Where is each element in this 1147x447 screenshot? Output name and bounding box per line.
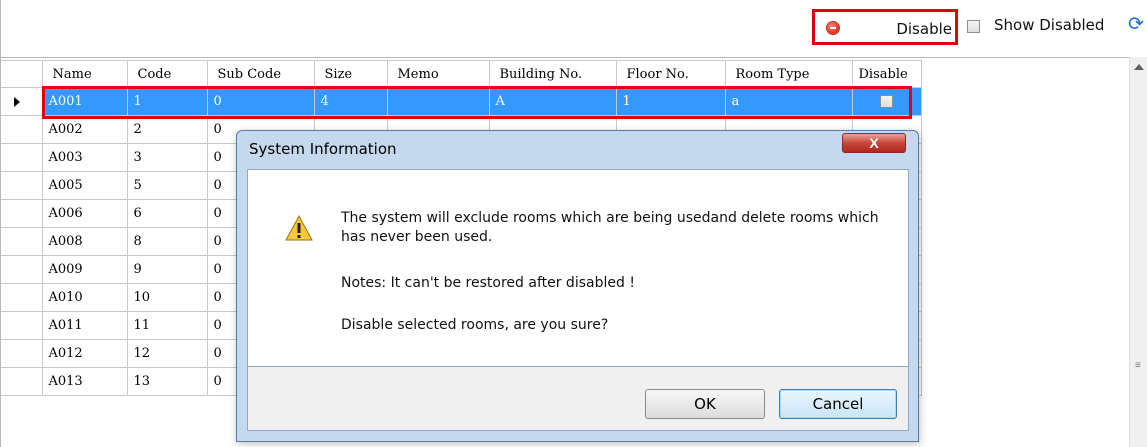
row-header-cell[interactable] [1, 283, 43, 312]
room-list-window: Disable Show Disabled ⟳ Name Code Sub Co… [0, 0, 1147, 447]
dialog-title: System Information [249, 140, 397, 158]
cell-code[interactable]: 8 [126, 227, 208, 256]
cell-building[interactable]: A [488, 87, 617, 116]
cell-room-type[interactable]: a [724, 87, 853, 116]
dialog-message-line1: The system will exclude rooms which are … [341, 210, 879, 245]
cell-name[interactable]: A011 [41, 311, 128, 340]
column-header-memo[interactable]: Memo [386, 60, 490, 88]
row-header-cell[interactable] [1, 171, 43, 200]
dialog-message-line3: Disable selected rooms, are you sure? [341, 317, 609, 333]
row-header-cell[interactable] [1, 367, 43, 396]
row-header-cell[interactable] [1, 227, 43, 256]
cell-name[interactable]: A001 [41, 87, 128, 116]
cell-code[interactable]: 12 [126, 339, 208, 368]
cell-name[interactable]: A012 [41, 339, 128, 368]
cell-name[interactable]: A003 [41, 143, 128, 172]
row-header-corner [1, 60, 43, 88]
show-disabled-label: Show Disabled [994, 16, 1105, 34]
cell-sub-code[interactable]: 0 [206, 87, 315, 116]
system-information-dialog: System Information X The system will exc… [236, 130, 919, 442]
toolbar: Disable Show Disabled ⟳ [1, 0, 1147, 58]
cell-code[interactable]: 13 [126, 367, 208, 396]
dialog-footer: OK Cancel [247, 367, 909, 431]
dialog-message-line2: Notes: It can't be restored after disabl… [341, 275, 635, 291]
row-header-cell[interactable] [1, 115, 43, 144]
cell-code[interactable]: 10 [126, 283, 208, 312]
warning-icon [285, 214, 313, 241]
cell-code[interactable]: 2 [126, 115, 208, 144]
column-header-code[interactable]: Code [126, 60, 208, 88]
row-header-cell[interactable] [1, 255, 43, 284]
row-header-cell[interactable] [1, 199, 43, 228]
cell-name[interactable]: A010 [41, 283, 128, 312]
column-header-floor-no[interactable]: Floor No. [615, 60, 726, 88]
cell-name[interactable]: A005 [41, 171, 128, 200]
refresh-icon[interactable]: ⟳ [1128, 14, 1147, 34]
cell-name[interactable]: A009 [41, 255, 128, 284]
cell-name[interactable]: A013 [41, 367, 128, 396]
cell-code[interactable]: 5 [126, 171, 208, 200]
column-header-sub-code[interactable]: Sub Code [206, 60, 315, 88]
disable-button[interactable]: Disable [812, 9, 958, 45]
row-header-cell[interactable] [1, 143, 43, 172]
cell-code[interactable]: 1 [126, 87, 208, 116]
table-row[interactable]: A001 1 0 4 A 1 a [1, 87, 922, 116]
cell-code[interactable]: 3 [126, 143, 208, 172]
cell-floor[interactable]: 1 [615, 87, 726, 116]
close-icon[interactable]: X [842, 133, 906, 153]
column-header-size[interactable]: Size [313, 60, 388, 88]
stop-icon [827, 22, 839, 34]
row-disable-checkbox[interactable] [880, 95, 893, 108]
show-disabled-toggle[interactable]: Show Disabled [967, 16, 1104, 36]
show-disabled-checkbox[interactable] [967, 20, 980, 34]
cell-name[interactable]: A006 [41, 199, 128, 228]
disable-button-label: Disable [896, 20, 952, 38]
cell-name[interactable]: A008 [41, 227, 128, 256]
cell-name[interactable]: A002 [41, 115, 128, 144]
scroll-up-icon[interactable] [1134, 64, 1144, 70]
row-header-cell[interactable] [1, 311, 43, 340]
cell-size[interactable]: 4 [313, 87, 388, 116]
cell-code[interactable]: 6 [126, 199, 208, 228]
cell-code[interactable]: 11 [126, 311, 208, 340]
table-header: Name Code Sub Code Size Memo Building No… [1, 60, 922, 88]
cell-code[interactable]: 9 [126, 255, 208, 284]
scroll-grip-icon[interactable]: ≡ [1135, 361, 1144, 371]
column-header-room-type[interactable]: Room Type [724, 60, 853, 88]
column-header-disable[interactable]: Disable [851, 60, 922, 88]
cell-disable[interactable] [851, 87, 922, 116]
column-header-name[interactable]: Name [41, 60, 128, 88]
row-header-cell[interactable] [1, 339, 43, 368]
row-pointer-icon [14, 96, 20, 107]
dialog-body: The system will exclude rooms which are … [247, 169, 909, 367]
vertical-scrollbar[interactable]: ≡ [1129, 57, 1147, 447]
cell-memo[interactable] [386, 87, 490, 116]
column-header-building-no[interactable]: Building No. [488, 60, 617, 88]
row-pointer-cell[interactable] [1, 87, 43, 116]
ok-button[interactable]: OK [645, 389, 765, 419]
cancel-button[interactable]: Cancel [779, 389, 897, 419]
